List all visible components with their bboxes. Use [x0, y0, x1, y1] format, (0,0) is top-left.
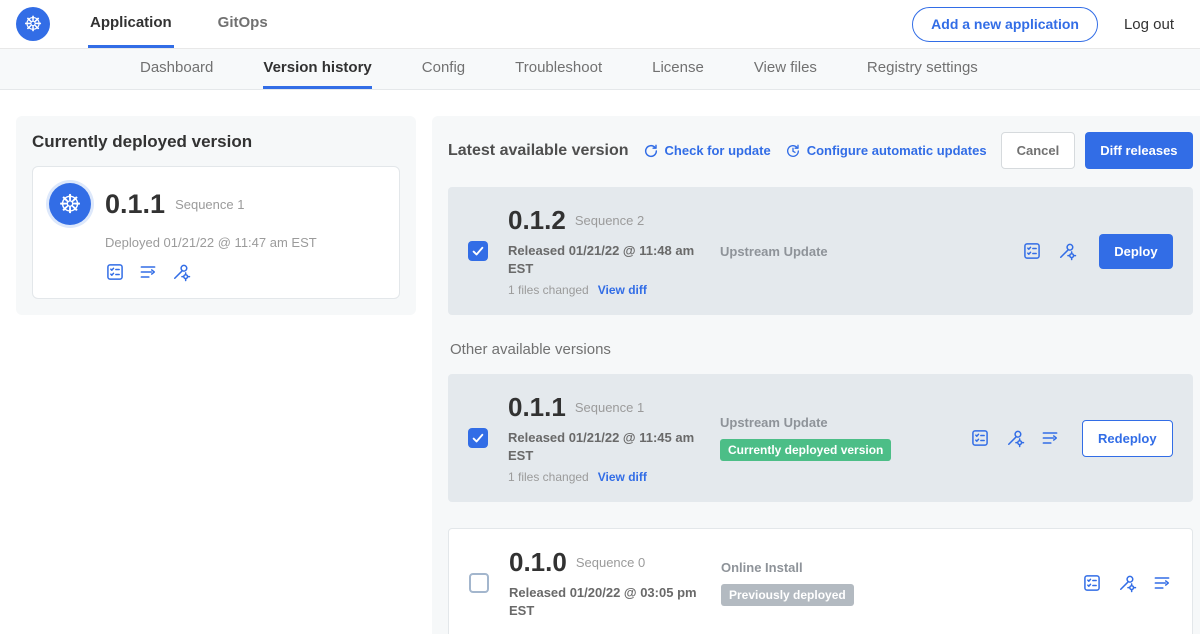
top-nav: ☸ Application GitOps Add a new applicati…: [0, 0, 1200, 49]
version-row-0-1-0: 0.1.0 Sequence 0 Released 01/20/22 @ 03:…: [448, 528, 1193, 634]
schedule-update-icon: [785, 143, 801, 159]
release-notes-icon[interactable]: [1082, 573, 1102, 593]
version-info: 0.1.2 Sequence 2 Released 01/21/22 @ 11:…: [508, 205, 720, 297]
deployed-version-number: 0.1.1: [105, 189, 165, 220]
top-right-actions: Add a new application Log out: [912, 0, 1200, 48]
checkmark-icon: [471, 244, 485, 258]
version-checkbox[interactable]: [468, 428, 488, 448]
version-number: 0.1.1: [508, 392, 566, 423]
check-for-update-label: Check for update: [665, 143, 771, 158]
deployed-action-icons: [105, 262, 383, 282]
subnav-view-files[interactable]: View files: [754, 49, 817, 89]
version-actions: Deploy: [1022, 234, 1172, 269]
kubernetes-logo: ☸: [16, 7, 50, 41]
version-info: 0.1.0 Sequence 0 Released 01/20/22 @ 03:…: [509, 547, 721, 619]
version-info: 0.1.1 Sequence 1 Released 01/21/22 @ 11:…: [508, 392, 720, 484]
checkmark-icon: [471, 431, 485, 445]
check-for-update-link[interactable]: Check for update: [643, 143, 771, 159]
kubernetes-wheel-icon: ☸: [24, 14, 43, 35]
released-timestamp: Released 01/20/22 @ 03:05 pm EST: [509, 584, 709, 619]
version-source: Upstream Update: [720, 244, 955, 259]
tab-application[interactable]: Application: [88, 0, 174, 48]
sequence-label: Sequence 2: [575, 213, 644, 228]
version-checkbox[interactable]: [468, 241, 488, 261]
add-application-button[interactable]: Add a new application: [912, 7, 1098, 42]
sequence-label: Sequence 0: [576, 555, 645, 570]
version-number: 0.1.0: [509, 547, 567, 578]
latest-version-header: Latest available version Check for updat…: [448, 132, 1193, 169]
subnav-dashboard[interactable]: Dashboard: [140, 49, 213, 89]
kubernetes-wheel-icon: ☸: [58, 191, 81, 217]
view-diff-link[interactable]: View diff: [598, 470, 647, 484]
subnav-config[interactable]: Config: [422, 49, 465, 89]
release-notes-icon[interactable]: [1022, 241, 1042, 261]
diff-icon[interactable]: [1152, 573, 1172, 593]
source-label: Upstream Update: [720, 415, 828, 430]
app-sub-nav: Dashboard Version history Config Trouble…: [0, 49, 1200, 90]
subnav-troubleshoot[interactable]: Troubleshoot: [515, 49, 602, 89]
files-changed-label: 1 files changed: [508, 283, 589, 297]
release-notes-icon[interactable]: [105, 262, 125, 282]
configure-automatic-updates-label: Configure automatic updates: [807, 143, 987, 158]
subnav-license[interactable]: License: [652, 49, 704, 89]
subnav-version-history[interactable]: Version history: [263, 49, 371, 89]
version-checkbox[interactable]: [469, 573, 489, 593]
cancel-button[interactable]: Cancel: [1001, 132, 1076, 169]
source-label: Upstream Update: [720, 244, 828, 259]
deployed-version-card: ☸ 0.1.1 Sequence 1 Deployed 01/21/22 @ 1…: [32, 166, 400, 299]
app-icon: ☸: [49, 183, 91, 225]
redeploy-button[interactable]: Redeploy: [1082, 420, 1173, 457]
diff-icon[interactable]: [138, 262, 158, 282]
deployed-sequence-label: Sequence 1: [175, 197, 244, 212]
header-actions: Cancel Diff releases: [1001, 132, 1193, 169]
latest-version-title: Latest available version: [448, 142, 629, 160]
logout-link[interactable]: Log out: [1124, 16, 1174, 33]
logo-wrap: ☸: [16, 0, 50, 48]
other-versions-label: Other available versions: [450, 341, 1193, 358]
view-diff-link[interactable]: View diff: [598, 283, 647, 297]
version-row-0-1-2: 0.1.2 Sequence 2 Released 01/21/22 @ 11:…: [448, 187, 1193, 315]
currently-deployed-badge: Currently deployed version: [720, 439, 891, 461]
subnav-registry-settings[interactable]: Registry settings: [867, 49, 978, 89]
refresh-icon: [643, 143, 659, 159]
configure-automatic-updates-link[interactable]: Configure automatic updates: [785, 143, 987, 159]
version-actions: Redeploy: [970, 420, 1173, 457]
diff-releases-button[interactable]: Diff releases: [1085, 132, 1192, 169]
tab-gitops[interactable]: GitOps: [216, 0, 270, 48]
released-timestamp: Released 01/21/22 @ 11:48 am EST: [508, 242, 708, 277]
sequence-label: Sequence 1: [575, 400, 644, 415]
config-icon[interactable]: [1057, 241, 1077, 261]
previously-deployed-badge: Previously deployed: [721, 584, 854, 606]
config-icon[interactable]: [171, 262, 191, 282]
deployed-panel-title: Currently deployed version: [32, 132, 400, 152]
spacer: [448, 502, 1193, 528]
release-notes-icon[interactable]: [970, 428, 990, 448]
version-history-panel: Latest available version Check for updat…: [432, 116, 1200, 634]
files-changed-label: 1 files changed: [508, 470, 589, 484]
version-row-0-1-1: 0.1.1 Sequence 1 Released 01/21/22 @ 11:…: [448, 374, 1193, 502]
deploy-button[interactable]: Deploy: [1099, 234, 1172, 269]
config-icon[interactable]: [1005, 428, 1025, 448]
version-actions: [1082, 573, 1172, 593]
currently-deployed-panel: Currently deployed version ☸ 0.1.1 Seque…: [16, 116, 416, 315]
released-timestamp: Released 01/21/22 @ 11:45 am EST: [508, 429, 708, 464]
version-number: 0.1.2: [508, 205, 566, 236]
version-source: Upstream Update Currently deployed versi…: [720, 415, 955, 461]
deployed-timestamp: Deployed 01/21/22 @ 11:47 am EST: [105, 235, 383, 250]
diff-icon[interactable]: [1040, 428, 1060, 448]
top-nav-tabs: Application GitOps: [88, 0, 270, 48]
source-label: Online Install: [721, 560, 803, 575]
main-content: Currently deployed version ☸ 0.1.1 Seque…: [0, 90, 1200, 634]
version-source: Online Install Previously deployed: [721, 560, 956, 606]
deployed-version-header: ☸ 0.1.1 Sequence 1: [49, 183, 383, 225]
config-icon[interactable]: [1117, 573, 1137, 593]
